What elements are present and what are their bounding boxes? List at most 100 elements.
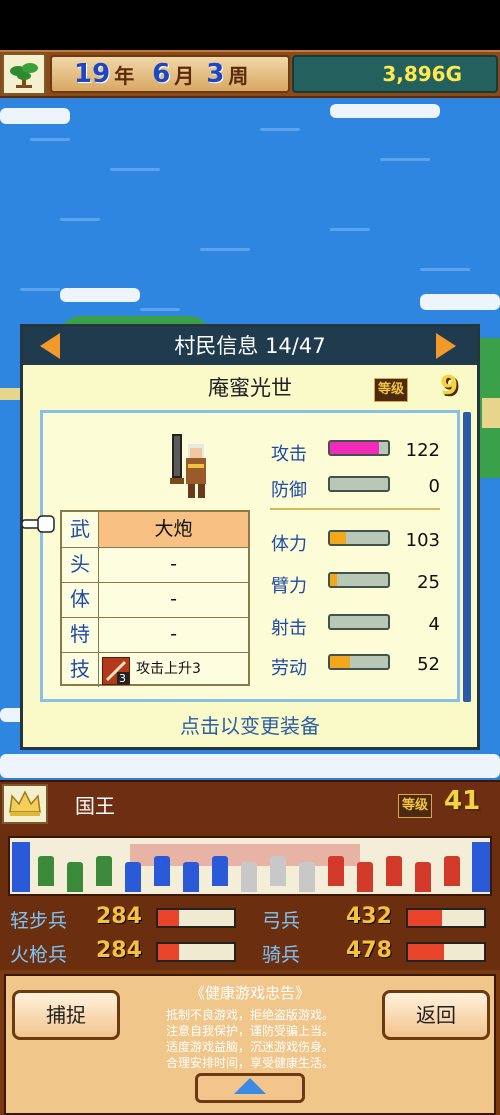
equip-value: -: [170, 623, 177, 645]
capture-button[interactable]: 捕捉: [12, 990, 120, 1040]
equip-row-skill[interactable]: 技 3 攻击上升3: [62, 652, 248, 687]
soldier-sprite: [270, 856, 286, 886]
soldier-sprite: [299, 862, 315, 892]
blue-banner-right: [472, 842, 490, 892]
stat-label: 臂力: [271, 576, 307, 597]
troop-count: 478: [346, 938, 392, 963]
troop-bar: [156, 908, 236, 928]
equip-row-weapon[interactable]: 武 大炮: [62, 512, 248, 548]
stat-bar: [328, 572, 390, 588]
system-status-bar: [0, 0, 500, 50]
year-unit: 年: [114, 63, 135, 88]
stat-bar: [328, 476, 390, 492]
equip-category: 武: [62, 512, 99, 547]
stat-value: 4: [428, 614, 440, 635]
equip-value: -: [170, 588, 177, 610]
skill-badge-number: 3: [119, 672, 126, 684]
equip-row-body[interactable]: 体 -: [62, 582, 248, 618]
stat-label: 攻击: [271, 444, 307, 465]
troop-stats: 轻步兵 284 火枪兵 284 弓兵 432 骑兵 478: [0, 902, 500, 970]
equipment-table: 武 大炮 头 - 体 - 特 - 技 3 攻击上升3: [60, 510, 250, 687]
skill-name: 攻击上升3: [136, 661, 201, 677]
army-formation[interactable]: [8, 836, 492, 896]
stat-bar-fill: [330, 442, 380, 454]
scrollbar[interactable]: [463, 412, 471, 702]
soldier-sprite: [328, 856, 344, 886]
health-notice-line: 适度游戏益脑，沉迷游戏伤身。: [165, 1040, 334, 1054]
stat-value: 25: [417, 572, 440, 593]
stat-label: 体力: [271, 534, 307, 555]
stat-label: 射击: [271, 618, 307, 639]
equip-row-special[interactable]: 特 -: [62, 617, 248, 653]
stat-bar-fill: [330, 532, 347, 544]
king-portrait[interactable]: [2, 784, 48, 824]
villager-name: 庵蜜光世: [208, 376, 292, 400]
soldier-sprite: [444, 856, 460, 886]
week-value: 3: [206, 59, 225, 89]
troop-bar-fill: [408, 910, 443, 926]
soldier-sprite: [386, 856, 402, 886]
equip-category: 头: [62, 547, 99, 582]
troop-bar-fill: [158, 944, 180, 960]
equip-category: 技: [62, 652, 99, 687]
troop-label: 骑兵: [262, 944, 301, 966]
health-notice-title: 《健康游戏忠告》: [189, 984, 310, 1002]
soldier-sprite: [96, 856, 112, 886]
stat-bar-fill: [330, 656, 351, 668]
equip-category: 特: [62, 617, 99, 652]
soldier-sprite: [154, 856, 170, 886]
equip-category: 体: [62, 582, 99, 617]
back-button[interactable]: 返回: [382, 990, 490, 1040]
stat-label: 防御: [271, 480, 307, 501]
arrow-left-icon[interactable]: [40, 333, 60, 359]
troop-bar-fill: [158, 910, 180, 926]
menu-button[interactable]: [2, 53, 46, 95]
villager-sprite: [170, 434, 206, 498]
arrow-right-icon[interactable]: [436, 333, 456, 359]
equip-row-head[interactable]: 头 -: [62, 547, 248, 583]
stats-divider: [270, 508, 440, 510]
year-value: 19: [74, 59, 111, 89]
stat-bar: [328, 614, 390, 630]
troop-count: 284: [96, 938, 142, 963]
health-notice-line: 合理安排时间，享受健康生活。: [165, 1056, 334, 1070]
stat-value: 122: [405, 440, 440, 461]
stat-value: 0: [428, 476, 440, 497]
bonsai-tree-icon: [10, 63, 38, 88]
pointing-hand-icon: [22, 515, 55, 533]
health-notice-line: 抵制不良游戏，拒绝盗版游戏。: [165, 1008, 334, 1022]
panel-title: 村民信息 14/47: [174, 334, 326, 358]
stat-bar: [328, 530, 390, 546]
change-equipment-link[interactable]: 点击以变更装备: [23, 710, 477, 739]
gold-amount: 3,896G: [382, 62, 462, 86]
month-unit: 月: [174, 63, 195, 88]
soldier-sprite: [212, 856, 228, 886]
soldier-sprite: [125, 862, 141, 892]
date-display: 19 年 6 月 3 周: [74, 58, 248, 90]
blue-banner-left: [12, 842, 30, 892]
king-name: 国王: [75, 794, 115, 818]
troop-count: 284: [96, 904, 142, 929]
troop-label: 轻步兵: [10, 910, 68, 932]
stat-value: 52: [417, 654, 440, 675]
soldier-sprite: [67, 862, 83, 892]
skill-sword-icon: 3: [102, 657, 130, 685]
week-unit: 周: [228, 63, 249, 88]
crown-icon: [9, 790, 41, 816]
villager-level: 9: [439, 371, 459, 401]
king-level-badge: 等级: [398, 794, 432, 818]
stat-bar: [328, 654, 390, 670]
month-value: 6: [152, 59, 171, 89]
stat-value: 103: [405, 530, 440, 551]
level-badge: 等级: [374, 378, 408, 402]
troop-bar: [156, 942, 236, 962]
stat-bar: [328, 440, 390, 456]
troop-count: 432: [346, 904, 392, 929]
troop-bar-fill: [408, 944, 445, 960]
troop-label: 弓兵: [262, 910, 301, 932]
soldier-sprite: [241, 862, 257, 892]
troop-bar: [406, 942, 486, 962]
equip-value: -: [170, 553, 177, 575]
stat-bar-fill: [330, 574, 337, 586]
arrow-up-icon: [234, 1078, 266, 1094]
